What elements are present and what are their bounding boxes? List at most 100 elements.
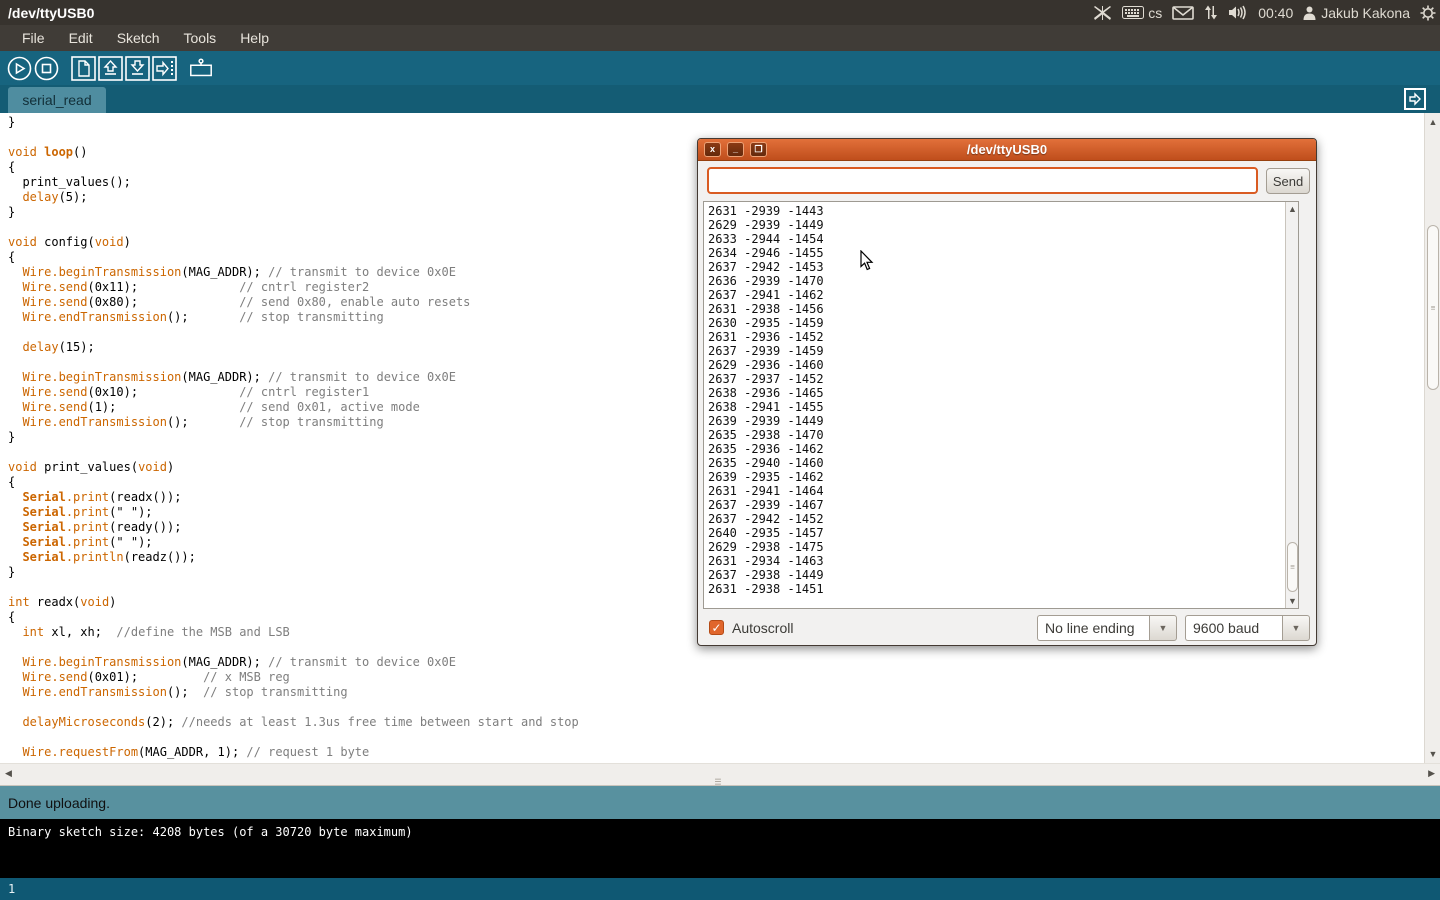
serial-line: 2639 -2939 -1449 — [708, 414, 824, 428]
scroll-down-icon[interactable]: ▼ — [1425, 747, 1440, 761]
upload-button[interactable] — [151, 55, 177, 81]
serial-line: 2637 -2939 -1467 — [708, 498, 824, 512]
verify-button[interactable] — [6, 55, 32, 81]
menu-help[interactable]: Help — [228, 26, 281, 50]
menu-file[interactable]: File — [10, 26, 57, 50]
serial-line: 2637 -2942 -1453 — [708, 260, 824, 274]
serial-output-text: 2631 -2939 -14432629 -2939 -14492633 -29… — [708, 204, 824, 596]
serial-monitor-icon — [191, 59, 211, 75]
user-menu[interactable]: Jakub Kakona — [1303, 5, 1410, 21]
indicator-logo-icon[interactable] — [1094, 5, 1112, 21]
serial-line: 2631 -2934 -1463 — [708, 554, 824, 568]
save-sketch-button[interactable] — [124, 55, 150, 81]
mail-icon[interactable] — [1172, 6, 1194, 20]
serial-line: 2635 -2936 -1462 — [708, 442, 824, 456]
serial-line: 2631 -2938 -1451 — [708, 582, 824, 596]
editor-scrollbar-thumb[interactable]: ≡ — [1427, 225, 1439, 390]
baud-rate-dropdown[interactable]: 9600 baud ▼ — [1185, 615, 1310, 641]
serial-line: 2629 -2939 -1449 — [708, 218, 824, 232]
status-bar: Done uploading. — [0, 786, 1440, 819]
serial-line: 2630 -2935 -1459 — [708, 316, 824, 330]
right-arrow-icon — [1410, 94, 1420, 104]
menu-tools[interactable]: Tools — [172, 26, 229, 50]
new-sketch-button[interactable] — [70, 55, 96, 81]
serial-line: 2631 -2938 -1456 — [708, 302, 824, 316]
keyboard-layout-label: cs — [1148, 5, 1162, 21]
scroll-down-icon[interactable]: ▼ — [1286, 594, 1299, 608]
serial-line: 2637 -2941 -1462 — [708, 288, 824, 302]
serial-line: 2637 -2942 -1452 — [708, 512, 824, 526]
checkmark-icon: ✓ — [711, 621, 721, 635]
serial-line: 2638 -2941 -1455 — [708, 400, 824, 414]
serial-scrollbar-thumb[interactable]: ≡ — [1287, 542, 1298, 592]
serial-line: 2631 -2939 -1443 — [708, 204, 824, 218]
volume-icon[interactable] — [1228, 5, 1248, 20]
serial-line: 2629 -2936 -1460 — [708, 358, 824, 372]
tab-label: serial_read — [22, 92, 91, 108]
serial-window-titlebar[interactable]: x _ ❒ /dev/ttyUSB0 — [698, 139, 1316, 161]
splitter-grip[interactable]: ☰ — [714, 781, 721, 784]
right-arrow-icon — [157, 62, 168, 74]
serial-line: 2635 -2940 -1460 — [708, 456, 824, 470]
tab-menu-button[interactable] — [1404, 88, 1426, 110]
serial-line: 2631 -2936 -1452 — [708, 330, 824, 344]
system-tray: cs 00:40 Jakub Kakona — [1094, 0, 1436, 25]
keyboard-indicator[interactable]: cs — [1122, 5, 1162, 21]
play-icon — [16, 64, 24, 73]
send-button[interactable]: Send — [1266, 168, 1310, 194]
editor-horizontal-scrollbar[interactable]: ◀ ☰ ▶ — [0, 763, 1440, 786]
scroll-right-icon[interactable]: ▶ — [1428, 768, 1435, 779]
serial-line: 2640 -2935 -1457 — [708, 526, 824, 540]
tab-serial-read[interactable]: serial_read — [8, 87, 106, 113]
scroll-left-icon[interactable]: ◀ — [5, 768, 12, 779]
baud-rate-value: 9600 baud — [1185, 615, 1282, 641]
editor-vertical-scrollbar[interactable]: ▲ ≡ ▼ — [1424, 113, 1440, 763]
serial-line: 2638 -2936 -1465 — [708, 386, 824, 400]
status-message: Done uploading. — [0, 795, 110, 811]
mouse-cursor — [860, 250, 874, 276]
menu-edit[interactable]: Edit — [57, 26, 105, 50]
serial-line: 2639 -2935 -1462 — [708, 470, 824, 484]
clock-label[interactable]: 00:40 — [1258, 5, 1293, 21]
serial-line: 2636 -2939 -1470 — [708, 274, 824, 288]
serial-line: 2637 -2937 -1452 — [708, 372, 824, 386]
line-number-bar: 1 — [0, 878, 1440, 900]
chevron-down-icon[interactable]: ▼ — [1149, 615, 1177, 641]
code-text: } void loop(){ print_values(); delay(5);… — [8, 115, 579, 760]
line-ending-dropdown[interactable]: No line ending ▼ — [1037, 615, 1177, 641]
scroll-up-icon[interactable]: ▲ — [1425, 115, 1440, 129]
serial-monitor-window: x _ ❒ /dev/ttyUSB0 Send 2631 -2939 -1443… — [697, 138, 1317, 646]
serial-line: 2633 -2944 -1454 — [708, 232, 824, 246]
serial-send-input[interactable] — [707, 167, 1258, 194]
serial-scrollbar[interactable]: ▲ ≡ ▼ — [1285, 202, 1299, 608]
chevron-down-icon[interactable]: ▼ — [1282, 615, 1310, 641]
stop-button[interactable] — [33, 55, 59, 81]
serial-line: 2635 -2938 -1470 — [708, 428, 824, 442]
serial-window-title: /dev/ttyUSB0 — [698, 142, 1316, 157]
document-icon — [79, 61, 89, 76]
serial-line: 2634 -2946 -1455 — [708, 246, 824, 260]
network-updown-icon[interactable] — [1204, 5, 1218, 20]
user-name-label: Jakub Kakona — [1321, 5, 1410, 21]
menu-bar: FileEditSketchToolsHelp — [0, 25, 1440, 51]
power-icon[interactable] — [1420, 5, 1436, 21]
open-sketch-button[interactable] — [97, 55, 123, 81]
serial-line: 2629 -2938 -1475 — [708, 540, 824, 554]
top-panel: /dev/ttyUSB0 cs 00:40 Jakub Kakona — [0, 0, 1440, 25]
user-icon — [1303, 6, 1316, 20]
tab-strip: serial_read — [0, 85, 1440, 113]
serial-monitor-button[interactable] — [188, 55, 214, 81]
serial-output-area[interactable]: 2631 -2939 -14432629 -2939 -14492633 -29… — [703, 201, 1299, 609]
window-title: /dev/ttyUSB0 — [0, 5, 94, 21]
scroll-up-icon[interactable]: ▲ — [1286, 202, 1299, 216]
menu-sketch[interactable]: Sketch — [105, 26, 172, 50]
stop-icon — [42, 64, 50, 72]
autoscroll-label: Autoscroll — [732, 620, 793, 636]
down-arrow-icon — [132, 61, 143, 71]
line-number: 1 — [0, 882, 15, 896]
console-output: Binary sketch size: 4208 bytes (of a 307… — [0, 819, 1440, 878]
serial-monitor-controls: ✓ Autoscroll No line ending ▼ 9600 baud … — [698, 609, 1316, 646]
toolbar — [0, 51, 1440, 85]
autoscroll-checkbox[interactable]: ✓ — [709, 620, 724, 635]
serial-line: 2631 -2941 -1464 — [708, 484, 824, 498]
